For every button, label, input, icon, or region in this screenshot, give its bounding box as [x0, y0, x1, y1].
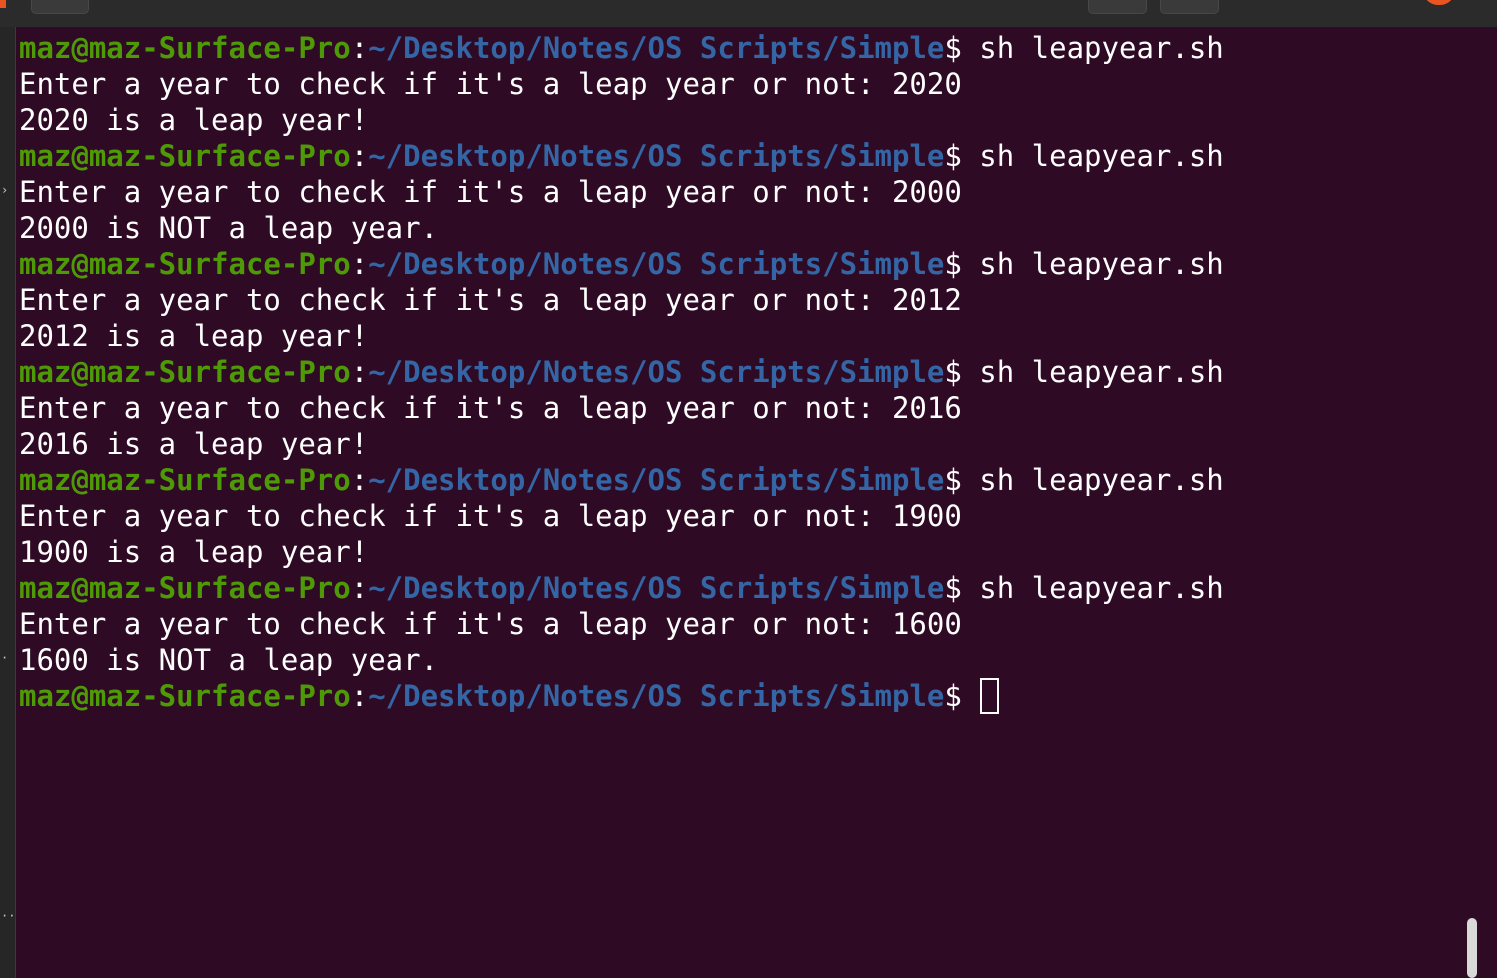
- prompt-path: ~/Desktop/Notes/OS Scripts/Simple: [368, 31, 945, 65]
- prompt-colon: :: [350, 355, 369, 389]
- prompt-user-host: maz@maz-Surface-Pro: [19, 571, 351, 605]
- prompt-command: sh leapyear.sh: [961, 571, 1224, 605]
- orange-circle-icon[interactable]: [1423, 0, 1455, 5]
- prompt-command: sh leapyear.sh: [961, 355, 1224, 389]
- app-corner-icon: [0, 0, 6, 8]
- prompt-user-host: maz@maz-Surface-Pro: [19, 355, 351, 389]
- terminal-prompt-line: maz@maz-Surface-Pro:~/Desktop/Notes/OS S…: [19, 138, 1459, 174]
- prompt-colon: :: [350, 679, 369, 713]
- prompt-colon: :: [350, 463, 369, 497]
- prompt-symbol: $: [944, 463, 962, 497]
- prompt-colon: :: [350, 247, 369, 281]
- terminal-prompt-line: maz@maz-Surface-Pro:~/Desktop/Notes/OS S…: [19, 354, 1459, 390]
- prompt-path: ~/Desktop/Notes/OS Scripts/Simple: [368, 463, 945, 497]
- prompt-path: ~/Desktop/Notes/OS Scripts/Simple: [368, 139, 945, 173]
- titlebar-left-button[interactable]: [31, 0, 89, 14]
- prompt-path: ~/Desktop/Notes/OS Scripts/Simple: [368, 355, 945, 389]
- prompt-symbol: $: [944, 31, 962, 65]
- program-result-line: 2020 is a leap year!: [19, 103, 369, 137]
- prompt-user-host: maz@maz-Surface-Pro: [19, 139, 351, 173]
- prompt-symbol: $: [944, 247, 962, 281]
- prompt-colon: :: [350, 571, 369, 605]
- left-side-panel: › · ··: [0, 27, 16, 978]
- prompt-trailing-space: [962, 679, 979, 713]
- prompt-colon: :: [350, 139, 369, 173]
- prompt-symbol: $: [944, 139, 962, 173]
- program-input-line: Enter a year to check if it's a leap yea…: [19, 283, 962, 317]
- dot-icon: ·: [1, 651, 9, 665]
- prompt-symbol: $: [944, 679, 962, 713]
- program-result-line: 1900 is a leap year!: [19, 535, 369, 569]
- terminal-output[interactable]: maz@maz-Surface-Pro:~/Desktop/Notes/OS S…: [19, 30, 1459, 714]
- prompt-user-host: maz@maz-Surface-Pro: [19, 463, 351, 497]
- terminal-scrollbar[interactable]: [1467, 918, 1477, 978]
- titlebar-search-button[interactable]: [1088, 0, 1147, 14]
- prompt-path: ~/Desktop/Notes/OS Scripts/Simple: [368, 247, 945, 281]
- prompt-command: sh leapyear.sh: [961, 139, 1224, 173]
- block-cursor-icon[interactable]: [980, 678, 1000, 714]
- prompt-user-host: maz@maz-Surface-Pro: [19, 31, 351, 65]
- prompt-path: ~/Desktop/Notes/OS Scripts/Simple: [368, 679, 945, 713]
- program-input-line: Enter a year to check if it's a leap yea…: [19, 499, 962, 533]
- prompt-command: sh leapyear.sh: [961, 463, 1224, 497]
- program-input-line: Enter a year to check if it's a leap yea…: [19, 175, 962, 209]
- chevron-icon: ›: [1, 183, 9, 197]
- program-result-line: 1600 is NOT a leap year.: [19, 643, 439, 677]
- prompt-path: ~/Desktop/Notes/OS Scripts/Simple: [368, 571, 945, 605]
- titlebar-menu-button[interactable]: [1160, 0, 1219, 14]
- ellipsis-icon: ··: [1, 909, 16, 923]
- prompt-user-host: maz@maz-Surface-Pro: [19, 247, 351, 281]
- terminal-active-prompt-line: maz@maz-Surface-Pro:~/Desktop/Notes/OS S…: [19, 678, 1459, 714]
- program-result-line: 2000 is NOT a leap year.: [19, 211, 439, 245]
- program-input-line: Enter a year to check if it's a leap yea…: [19, 391, 962, 425]
- prompt-user-host: maz@maz-Surface-Pro: [19, 679, 351, 713]
- terminal-prompt-line: maz@maz-Surface-Pro:~/Desktop/Notes/OS S…: [19, 462, 1459, 498]
- terminal-prompt-line: maz@maz-Surface-Pro:~/Desktop/Notes/OS S…: [19, 246, 1459, 282]
- prompt-colon: :: [350, 31, 369, 65]
- prompt-symbol: $: [944, 355, 962, 389]
- program-input-line: Enter a year to check if it's a leap yea…: [19, 67, 962, 101]
- window-titlebar: [0, 0, 1497, 28]
- prompt-command: sh leapyear.sh: [961, 31, 1224, 65]
- program-result-line: 2016 is a leap year!: [19, 427, 369, 461]
- program-input-line: Enter a year to check if it's a leap yea…: [19, 607, 962, 641]
- program-result-line: 2012 is a leap year!: [19, 319, 369, 353]
- terminal-prompt-line: maz@maz-Surface-Pro:~/Desktop/Notes/OS S…: [19, 570, 1459, 606]
- prompt-command: sh leapyear.sh: [961, 247, 1224, 281]
- prompt-symbol: $: [944, 571, 962, 605]
- terminal-prompt-line: maz@maz-Surface-Pro:~/Desktop/Notes/OS S…: [19, 30, 1459, 66]
